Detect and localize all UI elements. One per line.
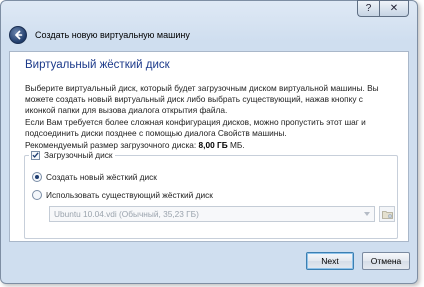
use-existing-disk-option[interactable]: Использовать существующий жёсткий диск [32, 190, 213, 200]
boot-disk-checkbox[interactable] [31, 150, 40, 160]
create-new-disk-radio[interactable] [32, 172, 42, 182]
use-existing-disk-radio[interactable] [32, 190, 42, 200]
boot-disk-checkbox-row[interactable]: Загрузочный диск [29, 150, 115, 160]
close-icon: ✕ [389, 3, 399, 14]
existing-disk-select[interactable]: Ubuntu 10.04.vdi (Обычный, 35,23 ГБ) [49, 206, 375, 222]
use-existing-disk-label: Использовать существующий жёсткий диск [46, 190, 213, 200]
boot-disk-label: Загрузочный диск [44, 150, 113, 160]
open-disk-file-button[interactable] [379, 206, 395, 222]
cancel-button[interactable]: Отмена [362, 252, 410, 270]
recommended-size: Рекомендуемый размер загрузочного диска:… [25, 140, 245, 150]
checkmark-icon [32, 152, 39, 158]
close-button[interactable]: ✕ [379, 0, 409, 17]
description-paragraph-2: Если Вам требуется более сложная конфигу… [25, 117, 366, 138]
wizard-footer: Next Отмена [9, 249, 410, 273]
boot-disk-group: Загрузочный диск Создать новый жёсткий д… [24, 150, 398, 239]
help-button[interactable]: ? [357, 0, 379, 17]
back-arrow-icon [15, 30, 23, 40]
wizard-header: Создать новую виртуальную машину [9, 25, 389, 45]
title-controls: ? ✕ [357, 0, 409, 17]
chevron-down-icon [364, 212, 370, 216]
create-new-disk-option[interactable]: Создать новый жёсткий диск [32, 172, 157, 182]
radio-selected-dot [35, 175, 39, 179]
help-icon: ? [365, 3, 372, 14]
page-title: Виртуальный жёсткий диск [25, 59, 170, 71]
existing-disk-row: Ubuntu 10.04.vdi (Обычный, 35,23 ГБ) [49, 206, 395, 222]
create-new-disk-label: Создать новый жёсткий диск [46, 172, 157, 182]
wizard-window: ? ✕ Создать новую виртуальную машину Вир… [0, 0, 418, 284]
back-button[interactable] [9, 26, 27, 44]
existing-disk-value: Ubuntu 10.04.vdi (Обычный, 35,23 ГБ) [54, 209, 199, 219]
next-button[interactable]: Next [306, 252, 354, 270]
wizard-page: Виртуальный жёсткий диск Выберите виртуа… [9, 51, 409, 242]
recommended-size-suffix: МБ. [227, 140, 245, 150]
folder-icon [381, 210, 393, 219]
recommended-size-label: Рекомендуемый размер загрузочного диска: [25, 140, 197, 150]
description-paragraph-1: Выберите виртуальный диск, который будет… [25, 83, 379, 115]
window-title: Создать новую виртуальную машину [35, 30, 190, 40]
recommended-size-value: 8,00 ГБ [198, 140, 228, 150]
